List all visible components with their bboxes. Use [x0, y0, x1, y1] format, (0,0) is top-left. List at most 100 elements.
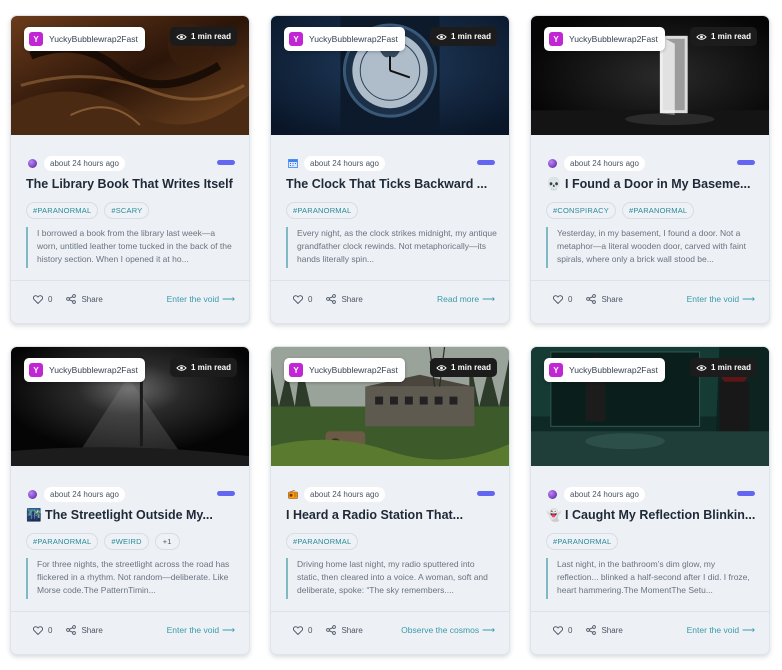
cta-link[interactable]: Enter the void ⟶ [167, 294, 235, 305]
tag-list: #PARANORMAL [286, 202, 359, 219]
author-badge[interactable]: Y YuckyBubblewrap2Fast [284, 27, 405, 51]
arrow-right-icon: ⟶ [482, 293, 495, 304]
arrow-right-icon: ⟶ [222, 293, 235, 304]
cta-label: Enter the void [166, 294, 220, 304]
read-time: 1 min read [190, 32, 231, 41]
cta-link[interactable]: Enter the void ⟶ [167, 625, 235, 636]
story-card[interactable]: Y YuckyBubblewrap2Fast 1 min read about … [270, 15, 510, 324]
tag[interactable]: #PARANORMAL [26, 533, 99, 550]
cta-label: Read more [437, 294, 480, 304]
like-count: 0 [568, 294, 573, 304]
like-button[interactable]: 0 [553, 295, 572, 304]
share-button[interactable]: Share [326, 294, 363, 304]
story-card[interactable]: Y YuckyBubblewrap2Fast 1 min read about … [10, 15, 250, 324]
story-card[interactable]: Y YuckyBubblewrap2Fast 1 min read about … [270, 346, 510, 655]
story-excerpt: For three nights, the streetlight across… [26, 558, 237, 599]
meta-row: about 24 hours ago [287, 155, 495, 171]
eye-icon [696, 364, 707, 371]
cover-image[interactable]: Y YuckyBubblewrap2Fast 1 min read [531, 16, 769, 136]
story-excerpt: Driving home last night, my radio sputte… [286, 558, 497, 599]
like-button[interactable]: 0 [293, 626, 312, 635]
card-footer: 0 Share Enter the void ⟶ [553, 292, 755, 306]
card-footer: 0 Share Enter the void ⟶ [33, 292, 235, 306]
radio-icon [287, 489, 298, 500]
share-button[interactable]: Share [326, 625, 363, 635]
timestamp: about 24 hours ago [304, 155, 385, 171]
read-time-badge: 1 min read [429, 358, 497, 377]
divider [11, 280, 249, 281]
story-title[interactable]: The Library Book That Writes Itself [26, 177, 237, 191]
tag[interactable]: #PARANORMAL [26, 202, 99, 219]
author-badge[interactable]: Y YuckyBubblewrap2Fast [544, 358, 665, 382]
share-button[interactable]: Share [586, 294, 623, 304]
share-button[interactable]: Share [66, 625, 103, 635]
share-button[interactable]: Share [66, 294, 103, 304]
like-count: 0 [308, 625, 313, 635]
tag[interactable]: #PARANORMAL [621, 202, 695, 219]
story-card[interactable]: Y YuckyBubblewrap2Fast 1 min read about … [530, 15, 770, 324]
share-icon [326, 625, 337, 635]
more-tags-badge[interactable]: +1 [154, 533, 180, 550]
like-button[interactable]: 0 [33, 626, 52, 635]
story-card[interactable]: Y YuckyBubblewrap2Fast 1 min read about … [530, 346, 770, 655]
arrow-right-icon: ⟶ [742, 293, 755, 304]
tag[interactable]: #PARANORMAL [286, 202, 359, 219]
tag-list: #PARANORMAL [286, 533, 359, 550]
author-badge[interactable]: Y YuckyBubblewrap2Fast [24, 358, 145, 382]
cta-link[interactable]: Observe the cosmos ⟶ [401, 625, 495, 636]
timestamp: about 24 hours ago [44, 486, 125, 502]
read-time-badge: 1 min read [429, 27, 497, 46]
card-footer: 0 Share Enter the void ⟶ [553, 623, 755, 637]
share-icon [586, 294, 597, 304]
share-label: Share [81, 294, 103, 304]
cover-image[interactable]: Y YuckyBubblewrap2Fast 1 min read [531, 347, 769, 467]
author-badge[interactable]: Y YuckyBubblewrap2Fast [544, 27, 665, 51]
cover-image[interactable]: Y YuckyBubblewrap2Fast 1 min read [11, 347, 249, 467]
arrow-right-icon: ⟶ [222, 624, 235, 635]
like-button[interactable]: 0 [553, 626, 572, 635]
tag[interactable]: #SCARY [104, 202, 150, 219]
meta-row: about 24 hours ago [547, 155, 755, 171]
cta-link[interactable]: Enter the void ⟶ [687, 625, 755, 636]
like-count: 0 [48, 625, 53, 635]
heart-icon [293, 294, 303, 304]
share-icon [586, 625, 597, 635]
divider [531, 280, 769, 281]
tag[interactable]: #PARANORMAL [546, 533, 619, 550]
author-name: YuckyBubblewrap2Fast [569, 365, 658, 375]
like-button[interactable]: 0 [33, 295, 52, 304]
cta-link[interactable]: Enter the void ⟶ [687, 294, 755, 305]
story-title[interactable]: 👻 I Caught My Reflection Blinkin... [546, 508, 757, 523]
read-time-badge: 1 min read [169, 358, 237, 377]
story-title[interactable]: 🌃 The Streetlight Outside My... [26, 508, 237, 523]
cover-image[interactable]: Y YuckyBubblewrap2Fast 1 min read [271, 16, 509, 136]
share-button[interactable]: Share [586, 625, 623, 635]
author-avatar: Y [289, 32, 303, 46]
timestamp: about 24 hours ago [564, 155, 645, 171]
story-title[interactable]: 💀 I Found a Door in My Baseme... [546, 177, 757, 192]
author-badge[interactable]: Y YuckyBubblewrap2Fast [24, 27, 145, 51]
arrow-right-icon: ⟶ [742, 624, 755, 635]
author-name: YuckyBubblewrap2Fast [309, 365, 398, 375]
story-card[interactable]: Y YuckyBubblewrap2Fast 1 min read about … [10, 346, 250, 655]
like-button[interactable]: 0 [293, 295, 312, 304]
author-avatar: Y [549, 363, 563, 377]
tag[interactable]: #PARANORMAL [286, 533, 359, 550]
share-icon [326, 294, 337, 304]
divider [271, 611, 509, 612]
story-title[interactable]: The Clock That Ticks Backward ... [286, 177, 497, 191]
cover-image[interactable]: Y YuckyBubblewrap2Fast 1 min read [271, 347, 509, 467]
tag[interactable]: #WEIRD [104, 533, 149, 550]
tag[interactable]: #CONSPIRACY [546, 202, 616, 219]
share-label: Share [601, 294, 623, 304]
card-footer: 0 Share Observe the cosmos ⟶ [293, 623, 495, 637]
meta-row: about 24 hours ago [547, 486, 755, 502]
status-indicator [217, 491, 235, 496]
status-indicator [217, 160, 235, 165]
cover-image[interactable]: Y YuckyBubblewrap2Fast 1 min read [11, 16, 249, 136]
cta-link[interactable]: Read more ⟶ [437, 294, 495, 305]
story-title[interactable]: I Heard a Radio Station That... [286, 508, 497, 522]
timestamp: about 24 hours ago [304, 486, 385, 502]
story-excerpt: Every night, as the clock strikes midnig… [286, 227, 497, 268]
author-badge[interactable]: Y YuckyBubblewrap2Fast [284, 358, 405, 382]
